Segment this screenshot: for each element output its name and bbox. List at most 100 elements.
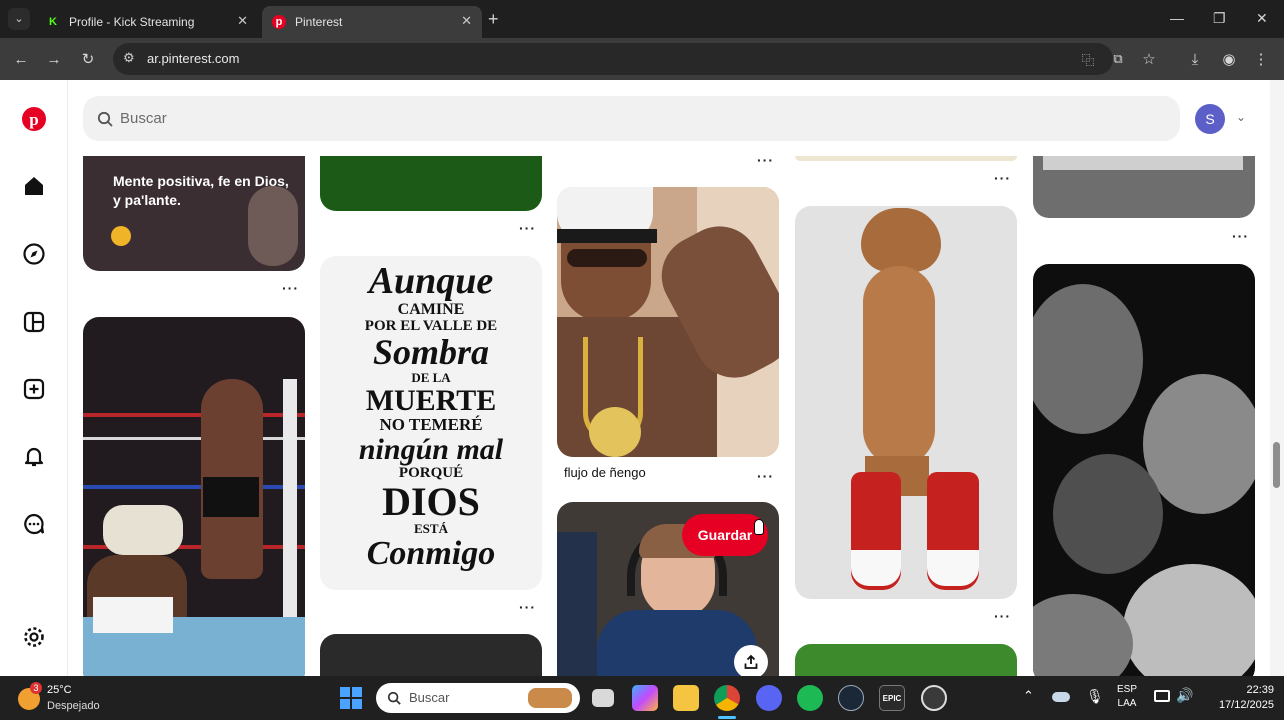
onedrive-icon[interactable]: [1052, 692, 1070, 702]
kick-favicon-icon: K: [46, 15, 60, 29]
dog-body: [863, 266, 935, 466]
referee: [103, 505, 183, 555]
pin-grey-photo[interactable]: [1033, 156, 1255, 218]
discord-icon[interactable]: [756, 685, 782, 711]
url-text[interactable]: ar.pinterest.com: [147, 51, 240, 66]
create-plus-icon[interactable]: [20, 375, 48, 403]
active-app-indicator: [718, 716, 736, 719]
close-tab-icon[interactable]: ✕: [461, 13, 472, 29]
pin-more-options-icon[interactable]: ···: [1232, 228, 1249, 244]
maximize-icon[interactable]: ❐: [1213, 10, 1226, 27]
file-explorer-icon[interactable]: [673, 685, 699, 711]
explore-compass-icon[interactable]: [20, 240, 48, 268]
close-tab-icon[interactable]: ✕: [237, 13, 248, 29]
tab-pinterest[interactable]: p Pinterest ✕: [262, 6, 482, 38]
calligraphy-line: Sombra: [372, 332, 490, 372]
download-icon[interactable]: ⤓: [1184, 48, 1206, 70]
weather-widget[interactable]: 3 25°C Despejado: [16, 682, 126, 716]
menu-icon[interactable]: ⋮: [1250, 48, 1272, 70]
ring-rope: [83, 413, 305, 417]
tab-pinterest-title: Pinterest: [295, 15, 343, 29]
clock-date: 17/12/2025: [1218, 699, 1274, 711]
scrollbar-track[interactable]: [1270, 80, 1284, 676]
search-bar[interactable]: Buscar: [83, 96, 1180, 141]
pin-more-options-icon[interactable]: ···: [519, 599, 536, 615]
account-chevron-down-icon[interactable]: ⌄: [1236, 110, 1246, 124]
microphone-icon[interactable]: 🎙: [1086, 688, 1104, 705]
cloud: [1123, 564, 1255, 676]
translate-icon[interactable]: ⿻: [1077, 48, 1099, 70]
tray-chevron-up-icon[interactable]: ⌃: [1023, 688, 1034, 704]
chrome-icon[interactable]: [714, 685, 740, 711]
spotify-icon[interactable]: [797, 685, 823, 711]
pinterest-logo-icon[interactable]: p: [20, 105, 48, 133]
pin-more-options-icon[interactable]: ···: [282, 280, 299, 296]
pin-more-options-icon[interactable]: ···: [757, 152, 774, 168]
language-bottom: LAA: [1117, 698, 1137, 709]
windows-taskbar: 3 25°C Despejado Buscar EPIC ⌃ 🎙 ESP LAA…: [0, 676, 1284, 720]
taskbar-search-box[interactable]: Buscar: [376, 683, 580, 713]
hand-image: [248, 186, 298, 266]
pin-green[interactable]: [320, 156, 542, 211]
cursor-hand-icon: [754, 519, 764, 535]
home-icon[interactable]: [20, 172, 48, 200]
pin-more-options-icon[interactable]: ···: [994, 608, 1011, 624]
close-window-icon[interactable]: ✕: [1256, 10, 1268, 27]
pin-dark-pattern[interactable]: [320, 634, 542, 676]
task-view-icon[interactable]: [592, 689, 614, 707]
address-bar[interactable]: ⚙ ar.pinterest.com: [113, 43, 1113, 75]
obs-icon[interactable]: [921, 685, 947, 711]
calligraphy-line: DE LA: [411, 370, 451, 385]
pin-captain[interactable]: [557, 187, 779, 457]
pin-streamer[interactable]: Guardar: [557, 502, 779, 676]
notifications-bell-icon[interactable]: [20, 442, 48, 470]
tab-search-button[interactable]: ⌄: [8, 8, 30, 30]
start-windows-icon[interactable]: [340, 687, 362, 709]
minimize-icon[interactable]: —: [1170, 10, 1184, 26]
boards-icon[interactable]: [20, 308, 48, 336]
language-indicator[interactable]: ESP LAA: [1112, 683, 1142, 711]
site-info-icon[interactable]: ⚙: [123, 50, 135, 66]
calligraphy-line: MUERTE: [365, 384, 497, 417]
epic-games-icon[interactable]: EPIC: [879, 685, 905, 711]
calligraphy-line: Aunque: [368, 260, 494, 302]
calligraphy-line: DIOS: [382, 479, 480, 524]
photo-strip: [1043, 156, 1243, 170]
pin-grass[interactable]: [795, 644, 1017, 676]
back-icon[interactable]: ←: [10, 48, 32, 70]
search-input[interactable]: Buscar: [120, 110, 167, 127]
volume-icon[interactable]: 🔊: [1176, 687, 1193, 704]
pin-quote[interactable]: Mente positiva, fe en Dios, y pa'lante.: [83, 156, 305, 271]
share-upload-icon[interactable]: [734, 645, 768, 676]
reload-icon[interactable]: ↻: [77, 48, 99, 70]
pin-dog[interactable]: [795, 206, 1017, 599]
bookmark-star-icon[interactable]: ☆: [1138, 48, 1160, 70]
cloud: [1033, 284, 1143, 434]
network-icon[interactable]: [1154, 690, 1170, 702]
pin-angels[interactable]: [1033, 264, 1255, 676]
steam-icon[interactable]: [838, 685, 864, 711]
calligraphy-line: CAMINE: [397, 301, 465, 318]
pin-title[interactable]: flujo de ñengo: [564, 465, 646, 480]
pin-boxing[interactable]: [83, 317, 305, 676]
new-tab-button[interactable]: +: [488, 9, 499, 30]
copilot-icon[interactable]: [632, 685, 658, 711]
pin-cream[interactable]: [795, 156, 1017, 161]
clock[interactable]: 22:39 17/12/2025: [1196, 683, 1274, 713]
pin-more-options-icon[interactable]: ···: [519, 220, 536, 236]
medallion: [589, 407, 641, 457]
pin-more-options-icon[interactable]: ···: [994, 170, 1011, 186]
install-app-icon[interactable]: ⧉: [1107, 48, 1129, 70]
scrollbar-thumb[interactable]: [1273, 442, 1280, 488]
messages-icon[interactable]: [20, 510, 48, 538]
clock-time: 22:39: [1246, 684, 1274, 696]
forward-icon[interactable]: →: [43, 48, 65, 70]
avatar[interactable]: S: [1195, 104, 1225, 134]
sunglasses: [567, 249, 647, 267]
pin-more-options-icon[interactable]: ···: [757, 468, 774, 484]
pin-calligraphy[interactable]: Aunque CAMINE POR EL VALLE DE Sombra DE LA MU…: [320, 256, 542, 590]
sneaker-right-sole: [927, 550, 979, 586]
settings-gear-icon[interactable]: [20, 623, 48, 651]
tab-kick[interactable]: K Profile - Kick Streaming ✕: [36, 6, 258, 38]
profile-icon[interactable]: ◉: [1218, 48, 1240, 70]
